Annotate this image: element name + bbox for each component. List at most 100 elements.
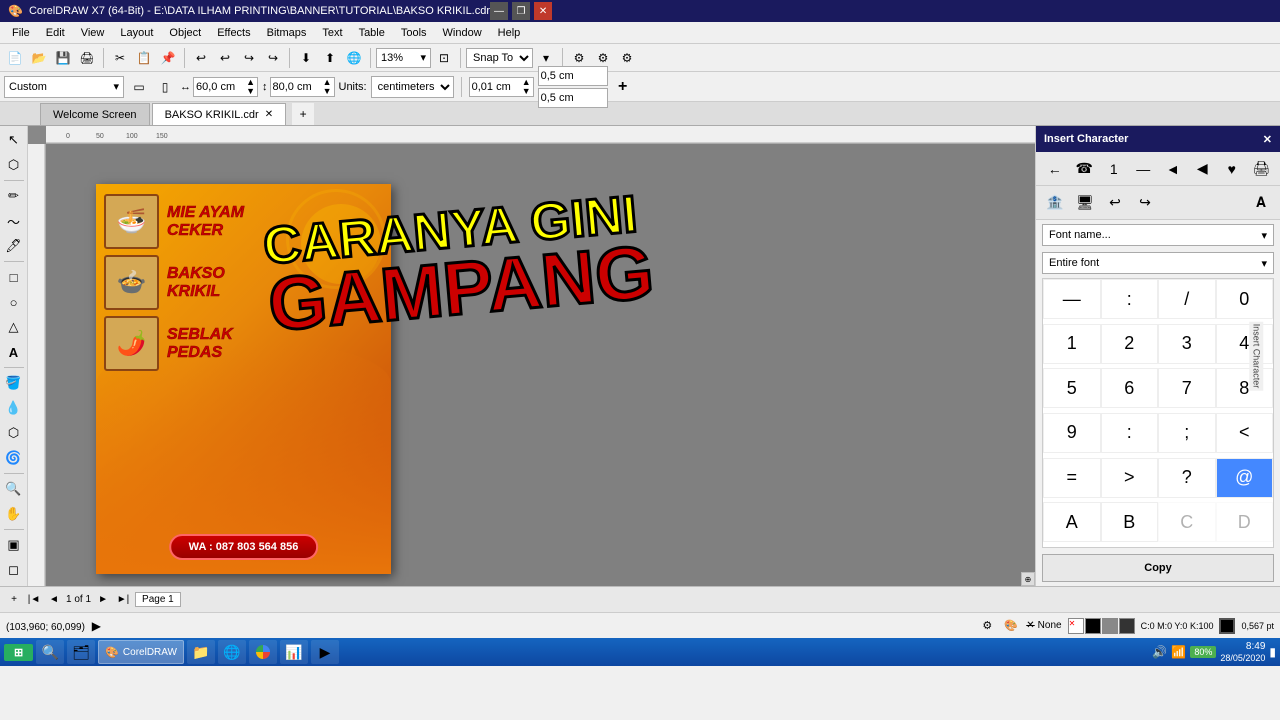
text-tool[interactable]: A — [2, 340, 26, 364]
distort-tool[interactable]: 🌀 — [2, 446, 26, 470]
tab-close-icon[interactable]: ✕ — [265, 109, 273, 120]
panel-close-button[interactable]: ✕ — [1263, 133, 1272, 146]
maximize-button[interactable]: ❐ — [512, 2, 530, 20]
panel-icon-monitor[interactable]: 🖥 — [1072, 190, 1098, 216]
menu-bitmaps[interactable]: Bitmaps — [259, 25, 315, 41]
tray-show-desktop[interactable]: ▮ — [1269, 645, 1276, 659]
menu-text[interactable]: Text — [314, 25, 350, 41]
taskbar-excel[interactable]: 📊 — [280, 640, 308, 664]
char-4[interactable]: 4 — [1216, 324, 1274, 364]
open-button[interactable]: 📂 — [28, 47, 50, 69]
node-tool[interactable]: ⬡ — [2, 153, 26, 177]
redo-button[interactable]: ↪ — [238, 47, 260, 69]
canvas-inner[interactable]: 🍜 MIE AYAMCEKER 🍲 BAKSOKRIKIL — [46, 144, 1035, 586]
char-8[interactable]: 8 — [1216, 368, 1274, 408]
zoom-display[interactable]: 13% ▾ — [376, 48, 431, 68]
import-button[interactable]: ⬇ — [295, 47, 317, 69]
panel-icon-phone[interactable]: ☎ — [1072, 156, 1098, 182]
new-button[interactable]: 📄 — [4, 47, 26, 69]
rect-tool[interactable]: □ — [2, 265, 26, 289]
pan-tool[interactable]: ✋ — [2, 502, 26, 526]
coord-btn[interactable]: ▶ — [92, 619, 101, 633]
taskbar-coreldraw[interactable]: 🎨CorelDRAW — [98, 640, 184, 664]
menu-layout[interactable]: Layout — [112, 25, 161, 41]
publish-button[interactable]: 🌐 — [343, 47, 365, 69]
shadow-tool[interactable]: ▣ — [2, 533, 26, 557]
menu-help[interactable]: Help — [490, 25, 529, 41]
eyedropper-tool[interactable]: 💧 — [2, 396, 26, 420]
char-7[interactable]: 7 — [1158, 368, 1216, 408]
char-5[interactable]: 5 — [1043, 368, 1101, 408]
page-add-btn[interactable]: + — [6, 592, 22, 608]
char-2[interactable]: 2 — [1101, 324, 1159, 364]
char-eq[interactable]: = — [1043, 458, 1101, 498]
menu-object[interactable]: Object — [161, 25, 209, 41]
transparency-tool[interactable]: ◻ — [2, 558, 26, 582]
char-6[interactable]: 6 — [1101, 368, 1159, 408]
page-next[interactable]: ► — [95, 592, 111, 608]
char-B[interactable]: B — [1101, 502, 1159, 542]
snap-dropdown[interactable]: Snap To — [466, 48, 533, 68]
menu-view[interactable]: View — [73, 25, 113, 41]
menu-table[interactable]: Table — [351, 25, 393, 41]
panel-icon-printer[interactable]: 🖨 — [1249, 156, 1275, 182]
panel-icon-heart[interactable]: ♥ — [1219, 156, 1245, 182]
menu-tools[interactable]: Tools — [393, 25, 435, 41]
swatch-black[interactable] — [1085, 618, 1101, 634]
nudge3-input[interactable]: 0,5 cm — [538, 88, 608, 108]
panel-icon-dash[interactable]: — — [1131, 156, 1157, 182]
char-qmark[interactable]: ? — [1158, 458, 1216, 498]
panel-icon-bank[interactable]: 🏦 — [1042, 190, 1068, 216]
panel-font-dropdown[interactable]: Font name... ▾ — [1042, 224, 1274, 246]
start-button[interactable]: ⊞ — [4, 644, 33, 661]
page-prev[interactable]: ◄ — [46, 592, 62, 608]
cut-button[interactable]: ✂ — [109, 47, 131, 69]
new-tab-button[interactable]: + — [292, 103, 314, 125]
nudge2-input[interactable]: 0,5 cm — [538, 66, 608, 86]
canvas-corner[interactable]: ⊕ — [1021, 572, 1035, 586]
tab-document[interactable]: BAKSO KRIKIL.cdr ✕ — [152, 103, 287, 125]
char-dash[interactable]: — — [1043, 279, 1101, 319]
undo-button[interactable]: ↩ — [190, 47, 212, 69]
swatch-none[interactable]: ✕ — [1068, 618, 1084, 634]
char-gt[interactable]: > — [1101, 458, 1159, 498]
char-C[interactable]: C — [1158, 502, 1216, 542]
bezier-tool[interactable]: 〜 — [2, 209, 26, 233]
menu-edit[interactable]: Edit — [38, 25, 73, 41]
tray-time[interactable]: 8:49 28/05/2020 — [1220, 640, 1265, 665]
color-mgmt-icon[interactable]: ⚙ — [978, 617, 996, 635]
panel-icon-1[interactable]: ← — [1042, 156, 1068, 182]
zoom-fit-button[interactable]: ⊡ — [433, 47, 455, 69]
panel-icon-left2[interactable]: ◀ — [1190, 156, 1216, 182]
panel-icon-num[interactable]: 1 — [1101, 156, 1127, 182]
portrait-button[interactable]: ▭ — [128, 76, 150, 98]
panel-icon-left1[interactable]: ◄ — [1160, 156, 1186, 182]
char-lt[interactable]: < — [1216, 413, 1274, 453]
blend-tool[interactable]: ⬡ — [2, 421, 26, 445]
page-first[interactable]: |◄ — [26, 592, 42, 608]
panel-icon-font-search[interactable]: 𝐀 — [1248, 190, 1274, 216]
taskbar-cortana[interactable]: 🗂 — [67, 640, 95, 664]
swatch-dark[interactable] — [1119, 618, 1135, 634]
tray-volume[interactable]: 🔊 — [1152, 645, 1167, 659]
page-last[interactable]: ►| — [115, 592, 131, 608]
height-input[interactable]: 80,0 cm ▲▼ — [270, 77, 335, 97]
tab-welcome[interactable]: Welcome Screen — [40, 103, 150, 125]
panel-charset-dropdown[interactable]: Entire font ▾ — [1042, 252, 1274, 274]
polygon-tool[interactable]: △ — [2, 315, 26, 339]
ellipse-tool[interactable]: ○ — [2, 290, 26, 314]
landscape-button[interactable]: ▯ — [154, 76, 176, 98]
width-input[interactable]: 60,0 cm ▲▼ — [193, 77, 258, 97]
char-3[interactable]: 3 — [1158, 324, 1216, 364]
menu-effects[interactable]: Effects — [209, 25, 258, 41]
pen-tool[interactable]: 🖊 — [2, 234, 26, 258]
page-preset-dropdown[interactable]: Custom ▾ — [4, 76, 124, 98]
char-9[interactable]: 9 — [1043, 413, 1101, 453]
panel-icon-forward[interactable]: ↪ — [1132, 190, 1158, 216]
freehand-tool[interactable]: ✏ — [2, 184, 26, 208]
zoom-tool[interactable]: 🔍 — [2, 477, 26, 501]
export-button[interactable]: ⬆ — [319, 47, 341, 69]
panel-icon-reply[interactable]: ↩ — [1102, 190, 1128, 216]
swatch-gray[interactable] — [1102, 618, 1118, 634]
canvas-area[interactable]: 0 50 100 150 — [28, 126, 1035, 586]
